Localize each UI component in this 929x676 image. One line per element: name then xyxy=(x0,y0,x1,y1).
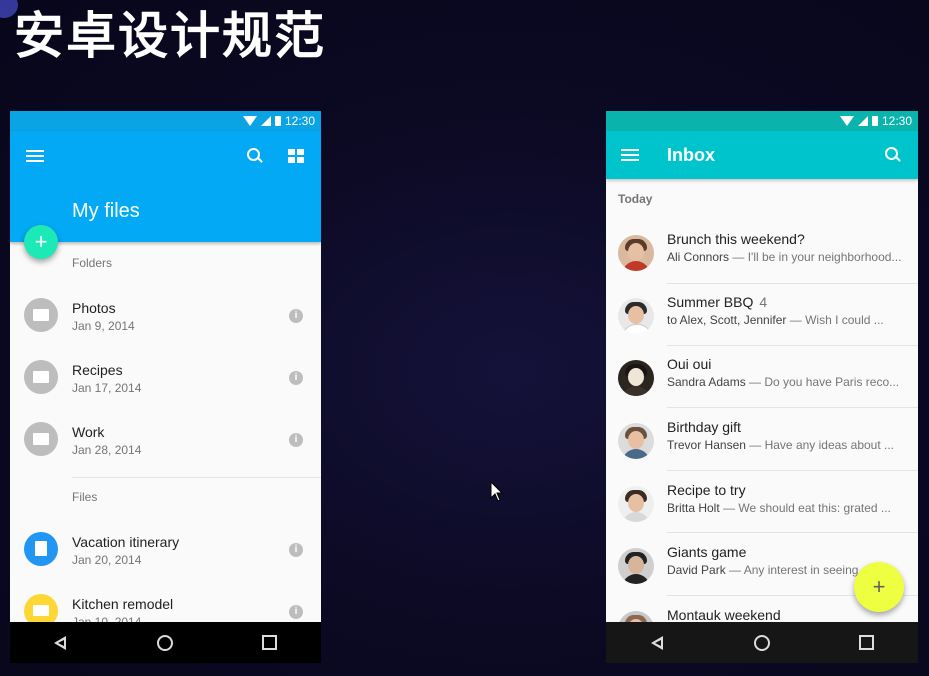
row-divider xyxy=(667,470,918,471)
status-bar: 12:30 xyxy=(606,111,918,131)
plus-icon: + xyxy=(34,229,48,254)
wifi-icon xyxy=(242,116,257,126)
slide-title: 安卓设计规范 xyxy=(14,7,326,65)
folder-name: Recipes xyxy=(72,362,123,378)
folder-date: Jan 17, 2014 xyxy=(72,381,142,395)
info-icon[interactable]: i xyxy=(289,543,303,557)
mouse-pointer-icon xyxy=(490,481,504,502)
app-bar: My files xyxy=(10,131,321,242)
folder-icon xyxy=(24,422,58,456)
recent-apps-icon[interactable] xyxy=(261,635,277,650)
avatar xyxy=(618,360,654,396)
info-icon[interactable]: i xyxy=(289,433,303,447)
signal-icon xyxy=(260,116,271,126)
avatar xyxy=(618,486,654,522)
system-nav-bar xyxy=(10,622,321,663)
status-time: 12:30 xyxy=(881,114,912,128)
status-bar: 12:30 xyxy=(10,111,321,131)
file-name: Kitchen remodel xyxy=(72,596,174,612)
wifi-icon xyxy=(839,116,854,126)
message-row[interactable]: Oui oui Sandra Adams — Do you have Paris… xyxy=(606,356,918,422)
section-label-today: Today xyxy=(618,192,653,206)
system-nav-bar xyxy=(606,622,918,663)
message-subject: Montauk weekend xyxy=(667,607,781,623)
message-row[interactable]: Birthday gift Trevor Hansen — Have any i… xyxy=(606,419,918,485)
folder-row-recipes[interactable]: Recipes Jan 17, 2014 i xyxy=(10,360,321,420)
battery-icon xyxy=(274,116,281,126)
avatar xyxy=(618,548,654,584)
recent-apps-icon[interactable] xyxy=(858,635,874,650)
folder-icon xyxy=(24,360,58,394)
message-preview: Britta Holt — We should eat this: grated… xyxy=(667,501,891,515)
message-subject: Summer BBQ 4 xyxy=(667,294,768,310)
plus-icon: + xyxy=(872,574,886,599)
folder-row-photos[interactable]: Photos Jan 9, 2014 i xyxy=(10,298,321,358)
info-icon[interactable]: i xyxy=(289,605,303,619)
row-divider xyxy=(667,283,918,284)
search-icon[interactable] xyxy=(885,147,901,163)
avatar xyxy=(618,235,654,271)
menu-icon[interactable] xyxy=(26,150,44,162)
folder-name: Photos xyxy=(72,300,116,316)
row-divider xyxy=(667,532,918,533)
signal-icon xyxy=(857,116,868,126)
folder-name: Work xyxy=(72,424,105,440)
message-row[interactable]: Summer BBQ 4 to Alex, Scott, Jennifer — W… xyxy=(606,294,918,360)
message-subject: Giants game xyxy=(667,544,747,560)
back-icon[interactable] xyxy=(650,635,665,650)
grid-view-icon[interactable] xyxy=(288,149,304,163)
document-icon xyxy=(24,532,58,566)
app-bar: Inbox xyxy=(606,131,918,179)
file-name: Vacation itinerary xyxy=(72,534,180,550)
folder-date: Jan 9, 2014 xyxy=(72,319,135,333)
section-label-folders: Folders xyxy=(72,256,113,270)
search-icon[interactable] xyxy=(247,148,263,164)
folder-date: Jan 28, 2014 xyxy=(72,443,142,457)
section-divider xyxy=(72,477,321,478)
file-row-vacation-itinerary[interactable]: Vacation itinerary Jan 20, 2014 i xyxy=(10,532,321,592)
message-subject: Oui oui xyxy=(667,356,712,372)
message-row[interactable]: Brunch this weekend? Ali Connors — I'll … xyxy=(606,231,918,297)
row-divider xyxy=(667,407,918,408)
folder-row-work[interactable]: Work Jan 28, 2014 i xyxy=(10,422,321,482)
section-label-files: Files xyxy=(72,490,98,504)
message-preview: Trevor Hansen — Have any ideas about ... xyxy=(667,438,895,452)
battery-icon xyxy=(871,116,878,126)
page-title: Inbox xyxy=(667,145,715,165)
page-title: My files xyxy=(72,200,140,222)
avatar xyxy=(618,298,654,334)
info-icon[interactable]: i xyxy=(289,371,303,385)
message-row[interactable]: Recipe to try Britta Holt — We should ea… xyxy=(606,482,918,548)
menu-icon[interactable] xyxy=(621,149,639,161)
file-date: Jan 20, 2014 xyxy=(72,553,142,567)
home-icon[interactable] xyxy=(753,634,770,651)
home-icon[interactable] xyxy=(156,634,173,651)
avatar xyxy=(618,423,654,459)
message-preview: Sandra Adams — Do you have Paris reco... xyxy=(667,375,900,389)
info-icon[interactable]: i xyxy=(289,309,303,323)
status-time: 12:30 xyxy=(284,114,315,128)
row-divider xyxy=(667,345,918,346)
message-subject: Recipe to try xyxy=(667,482,746,498)
inbox-phone-screen: 12:30 Inbox Today Brunch this weekend? A… xyxy=(606,111,918,663)
message-preview: Ali Connors — I'll be in your neighborho… xyxy=(667,250,902,264)
back-icon[interactable] xyxy=(54,635,68,650)
message-subject: Birthday gift xyxy=(667,419,741,435)
files-phone-screen: 12:30 My files + Folders Photos Jan 9, 2… xyxy=(10,111,321,663)
folder-icon xyxy=(24,298,58,332)
message-subject: Brunch this weekend? xyxy=(667,231,805,247)
message-preview: to Alex, Scott, Jennifer — Wish I could … xyxy=(667,313,884,327)
compose-fab-button[interactable]: + xyxy=(854,562,904,612)
add-fab-button[interactable]: + xyxy=(24,225,58,259)
